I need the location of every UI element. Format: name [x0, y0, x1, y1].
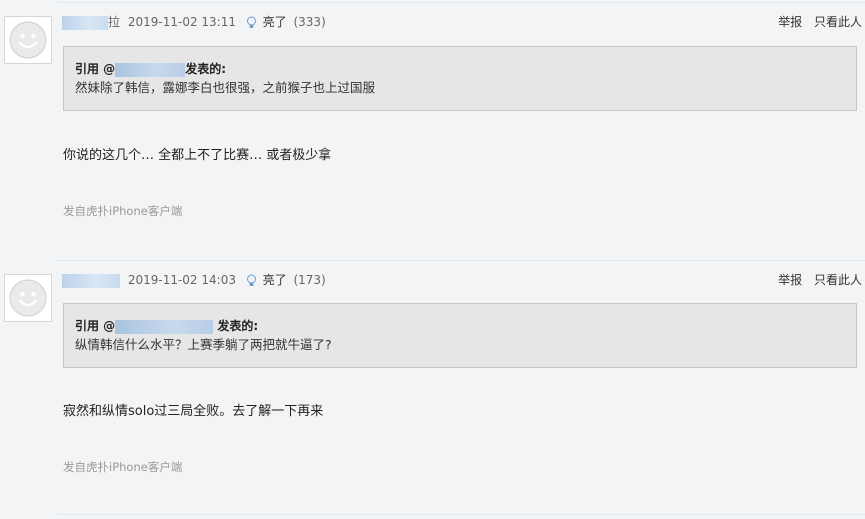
quote-suffix: 发表的:	[217, 319, 259, 333]
quote-prefix: 引用 @	[75, 319, 116, 333]
post-item: 拉 2019-11-02 13:11 亮了 (333) 举报 只看此人 引用 @…	[0, 0, 865, 258]
lightbulb-icon[interactable]	[246, 16, 257, 30]
post-time: 2019-11-02 13:11	[127, 15, 236, 29]
light-button[interactable]: 亮了	[263, 15, 287, 29]
post-item: 2019-11-02 14:03 亮了 (173) 举报 只看此人 引用 @ 发…	[0, 258, 865, 516]
default-avatar-icon	[9, 279, 47, 317]
only-author-button[interactable]: 只看此人	[814, 15, 862, 29]
post-source[interactable]: 发自虎扑iPhone客户端	[63, 460, 182, 474]
report-button[interactable]: 举报	[778, 15, 802, 29]
light-button[interactable]: 亮了	[263, 273, 287, 287]
post-actions: 举报 只看此人	[770, 14, 862, 30]
only-author-button[interactable]: 只看此人	[814, 273, 862, 287]
report-button[interactable]: 举报	[778, 273, 802, 287]
username-blurred[interactable]	[62, 273, 120, 288]
post-actions: 举报 只看此人	[770, 272, 862, 288]
default-avatar-icon	[9, 21, 47, 59]
divider	[57, 514, 865, 515]
quote-header: 引用 @ 发表的:	[75, 61, 226, 77]
quote-suffix: 发表的:	[185, 62, 226, 76]
username-blurred[interactable]	[62, 15, 108, 30]
quote-text: 纵情韩信什么水平？上赛季躺了两把就牛逼了?	[75, 337, 332, 352]
quote-block: 引用 @ 发表的: 然妹除了韩信，露娜李白也很强，之前猴子也上过国服	[63, 46, 857, 111]
divider	[57, 260, 865, 261]
post-content: 你说的这几个… 全都上不了比赛… 或者极少拿	[63, 148, 332, 163]
quoted-username-blurred[interactable]	[115, 62, 186, 77]
quoted-username-blurred[interactable]	[115, 319, 214, 334]
quote-header: 引用 @ 发表的:	[75, 318, 258, 334]
username-suffix[interactable]: 拉	[108, 15, 120, 29]
post-content: 寂然和纵情solo过三局全败。去了解一下再来	[63, 404, 324, 419]
light-count: (173)	[293, 273, 326, 287]
lightbulb-icon[interactable]	[246, 274, 257, 288]
quote-text: 然妹除了韩信，露娜李白也很强，之前猴子也上过国服	[75, 80, 376, 95]
avatar[interactable]	[4, 274, 52, 322]
avatar[interactable]	[4, 16, 52, 64]
divider	[57, 2, 865, 3]
light-count: (333)	[293, 15, 326, 29]
post-time: 2019-11-02 14:03	[127, 273, 236, 287]
quote-prefix: 引用 @	[75, 62, 116, 76]
post-meta: 2019-11-02 14:03 亮了 (173)	[62, 272, 326, 288]
quote-block: 引用 @ 发表的: 纵情韩信什么水平？上赛季躺了两把就牛逼了?	[63, 303, 857, 368]
post-meta: 拉 2019-11-02 13:11 亮了 (333)	[62, 14, 326, 30]
post-source[interactable]: 发自虎扑iPhone客户端	[63, 204, 182, 218]
